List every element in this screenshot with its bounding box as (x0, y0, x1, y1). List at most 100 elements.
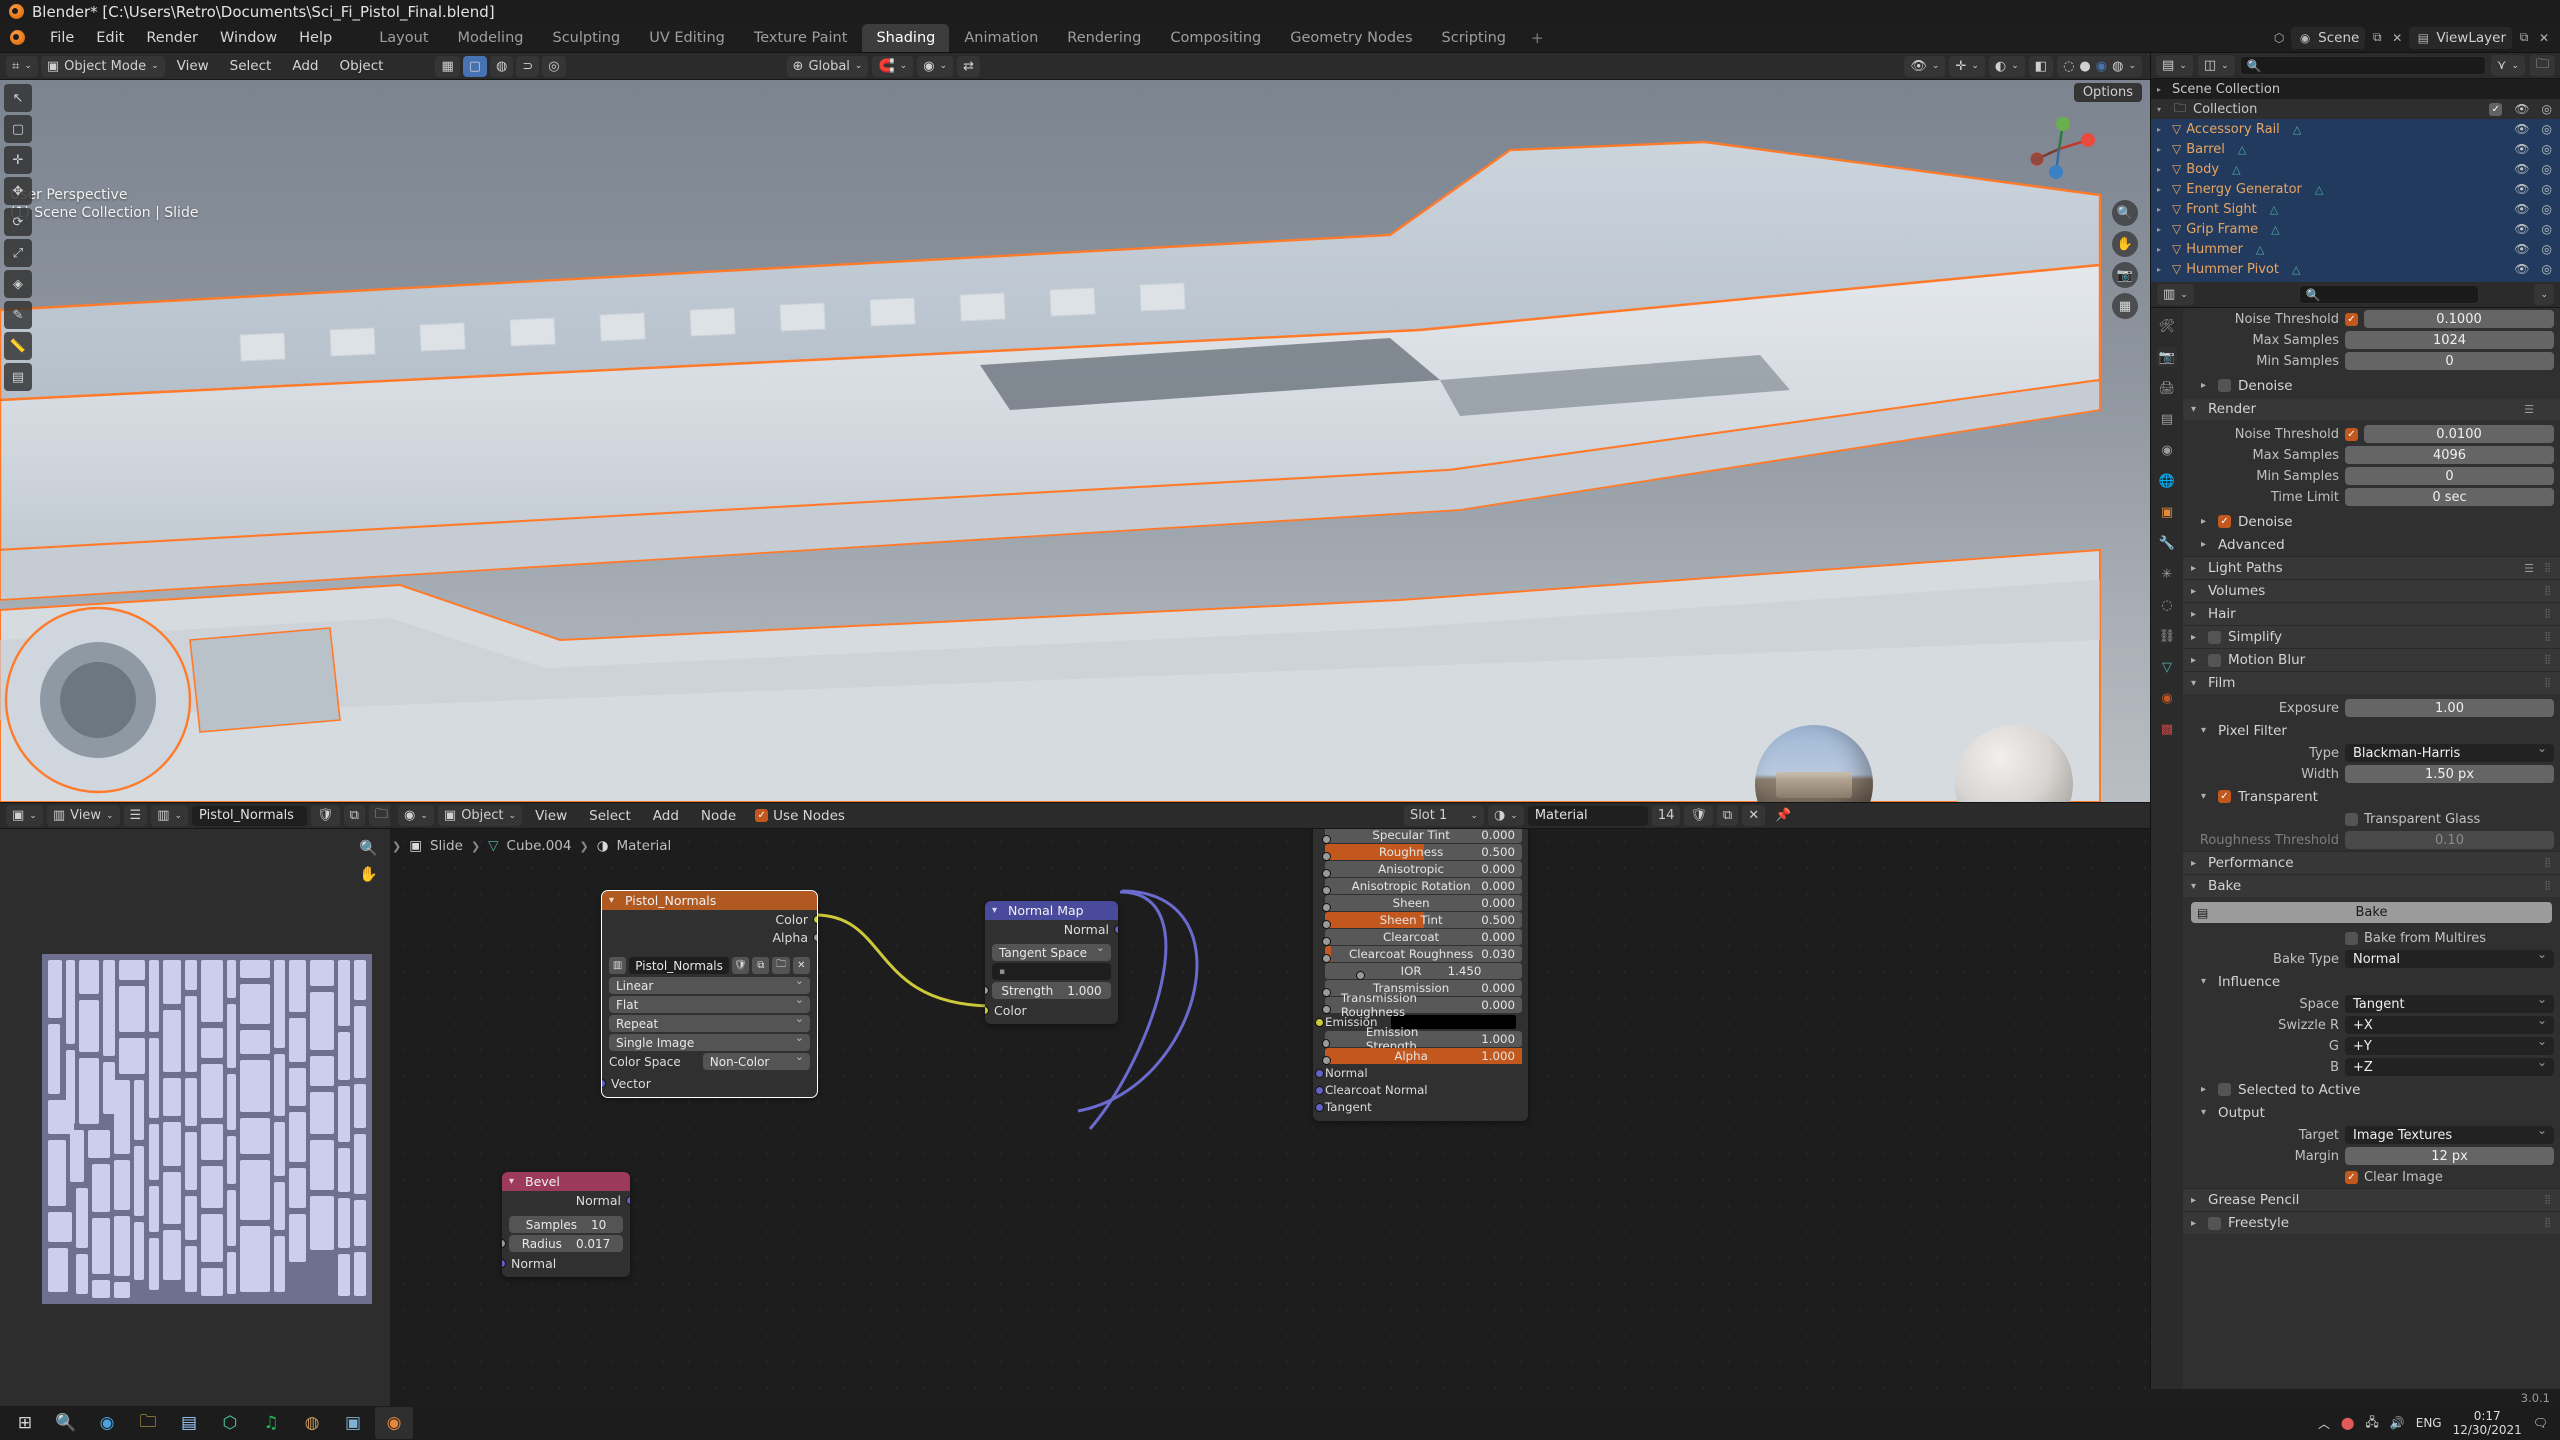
bake-margin-row[interactable]: Margin 12 px (2189, 1146, 2554, 1166)
socket-transmission[interactable] (1322, 987, 1331, 997)
blender-menu-icon[interactable] (10, 30, 25, 45)
notifications-icon[interactable]: 🗨 (2533, 1416, 2548, 1430)
outliner-item-body[interactable]: ▸ ▽ Body △ 👁 ◎ (2151, 159, 2560, 179)
menu-help[interactable]: Help (288, 28, 343, 48)
properties-options-button[interactable]: ⌄ (2534, 284, 2554, 305)
start-button[interactable]: ⊞ (6, 1407, 44, 1439)
camera-icon[interactable]: ◎ (2542, 242, 2552, 256)
socket-clearcoat[interactable] (1322, 936, 1331, 946)
color-space-dropdown[interactable]: Non-Color (702, 1050, 810, 1070)
preset-list-icon[interactable]: ☰ (2524, 562, 2534, 575)
bake-from-multires-checkbox[interactable] (2345, 931, 2358, 945)
socket-vector-input[interactable] (602, 1079, 606, 1088)
tool-annotate[interactable]: ✎ (4, 301, 32, 329)
render-advanced-panel[interactable]: ▸ Advanced (2183, 533, 2560, 556)
tab-modifiers[interactable]: 🔧 (2157, 533, 2177, 553)
tool-cursor[interactable]: ✛ (4, 146, 32, 174)
output-panel[interactable]: ▾ Output (2183, 1101, 2560, 1124)
eye-icon[interactable]: 👁 (2514, 142, 2529, 156)
tab-material[interactable]: ◉ (2157, 688, 2177, 708)
tab-constraints[interactable]: ⛓ (2157, 626, 2177, 646)
outliner-collection-row[interactable]: ▾ 🗀 Collection ✓ 👁 ◎ (2151, 99, 2560, 119)
clock[interactable]: 0:17 12/30/2021 (2453, 1409, 2522, 1437)
pixel-filter-type-row[interactable]: Type Blackman-Harris (2189, 741, 2554, 763)
node-principled-bsdf[interactable]: Specular Tint 0.000 Roughness 0.500 Anis… (1313, 829, 1528, 1121)
viewport-menu-add[interactable]: Add (283, 58, 327, 74)
proportional-tool[interactable]: ◎ (542, 55, 566, 77)
tab-physics[interactable]: ◌ (2157, 595, 2177, 615)
outliner-filter-button[interactable]: ⋎ ⌄ (2490, 55, 2525, 76)
image-datablock-name[interactable]: Pistol_Normals (629, 957, 729, 974)
tool-tweak[interactable]: ↖ (4, 84, 32, 112)
code-editor-icon[interactable]: ⬡ (211, 1407, 249, 1439)
viewport-max-samples-row[interactable]: Max Samples 1024 (2189, 330, 2554, 350)
socket-transmission-roughness[interactable] (1322, 1004, 1331, 1014)
eye-icon[interactable]: 👁 (2514, 122, 2529, 136)
menu-render[interactable]: Render (135, 28, 209, 48)
eye-icon[interactable]: 👁 (2514, 162, 2529, 176)
transparent-glass-row[interactable]: Transparent Glass (2189, 809, 2554, 829)
camera-icon[interactable]: ◎ (2542, 262, 2552, 276)
bake-space-value[interactable]: Tangent (2345, 992, 2554, 1013)
eye-icon[interactable]: 👁 (2514, 102, 2529, 116)
influence-panel[interactable]: ▾ Influence (2183, 970, 2560, 993)
viewport-denoise-checkbox[interactable] (2218, 379, 2231, 392)
breadcrumb-object[interactable]: Slide (430, 838, 463, 854)
blender-taskbar-icon[interactable]: ◉ (375, 1407, 413, 1439)
expand-arrow-icon[interactable]: ▸ (2157, 85, 2167, 94)
node-bevel[interactable]: ▾ Bevel Normal Samples 10 Radius 0.017 N… (502, 1172, 630, 1277)
render-max-samples-row[interactable]: Max Samples 4096 (2189, 445, 2554, 465)
camera-icon[interactable]: ◎ (2542, 182, 2552, 196)
bsdf-row-clearcoat-normal[interactable]: Clearcoat Normal (1315, 1082, 1522, 1098)
shading-mode-group[interactable]: ◌ ● ◉ ◍ ⌄ (2057, 55, 2142, 77)
render-denoise-checkbox[interactable]: ✓ (2218, 515, 2231, 528)
bsdf-row-sheen[interactable]: Sheen 0.000 (1322, 895, 1522, 912)
tab-compositing[interactable]: Compositing (1156, 24, 1275, 52)
ortho-toggle-button[interactable]: ▦ (2112, 293, 2138, 319)
preset-list-icon[interactable]: ☰ (2524, 403, 2534, 416)
image-duplicate-button[interactable]: ⧉ (343, 805, 365, 826)
tab-object-data[interactable]: ▽ (2157, 657, 2177, 677)
bake-from-multires-row[interactable]: Bake from Multires (2189, 928, 2554, 948)
volume-icon[interactable]: 🔊 (2390, 1416, 2405, 1430)
image-name-field[interactable]: Pistol_Normals (192, 805, 308, 826)
viewport-max-samples-value[interactable]: 1024 (2345, 331, 2554, 349)
viewport-denoise-panel[interactable]: ▸ Denoise (2183, 374, 2560, 397)
pixel-filter-type-value[interactable]: Blackman-Harris (2345, 741, 2554, 762)
bake-margin-value[interactable]: 12 px (2345, 1147, 2554, 1165)
socket-bevel-normal-output[interactable] (626, 1196, 630, 1205)
pixel-filter-panel[interactable]: ▾ Pixel Filter (2183, 719, 2560, 742)
expand-arrow-icon[interactable]: ▸ (2157, 205, 2167, 214)
material-browse-button[interactable]: ◑ ⌄ (1487, 805, 1524, 826)
use-nodes-checkbox[interactable]: ✓ (755, 809, 769, 822)
viewlayer-selector[interactable]: ▤ ViewLayer (2409, 26, 2512, 49)
outliner-item-hummer-pivot[interactable]: ▸ ▽ Hummer Pivot △ 👁 ◎ (2151, 259, 2560, 279)
camera-icon[interactable]: ◎ (2542, 202, 2552, 216)
collection-checkbox[interactable]: ✓ (2489, 102, 2503, 116)
film-exposure-value[interactable]: 1.00 (2345, 699, 2554, 717)
viewport-options-button[interactable]: Options (2073, 83, 2142, 102)
render-panel-header[interactable]: ▾ Render ☰ (2183, 397, 2560, 420)
chevron-down-icon[interactable]: ▾ (992, 905, 1002, 916)
bake-button[interactable]: ▤ Bake (2191, 902, 2552, 923)
expand-arrow-icon[interactable]: ▸ (2157, 145, 2167, 154)
node-menu-select[interactable]: Select (580, 808, 640, 824)
viewport-noise-threshold-row[interactable]: Noise Threshold ✓ 0.1000 (2189, 309, 2554, 329)
menu-file[interactable]: File (39, 28, 85, 48)
material-users-count[interactable]: 14 (1651, 805, 1681, 826)
camera-view-button[interactable]: 📷 (2112, 262, 2138, 288)
collection-expand-icon[interactable]: ▾ (2157, 105, 2167, 114)
visibility-selector[interactable]: 👁 ⌄ (1904, 55, 1946, 77)
outliner-item-grip-frame[interactable]: ▸ ▽ Grip Frame △ 👁 ◎ (2151, 219, 2560, 239)
simplify-panel[interactable]: ▸ Simplify ⣿ (2183, 625, 2560, 648)
image-editor[interactable]: 🔍 ✋ (0, 829, 390, 1406)
tab-animation[interactable]: Animation (950, 24, 1052, 52)
node-menu-node[interactable]: Node (692, 808, 745, 824)
outliner-scene-collection-row[interactable]: ▸ Scene Collection (2151, 79, 2560, 99)
tab-view-layer[interactable]: ▤ (2157, 409, 2177, 429)
socket-alpha-output[interactable] (813, 933, 817, 942)
socket-emission[interactable] (1315, 1018, 1324, 1027)
eye-icon[interactable]: 👁 (2514, 202, 2529, 216)
chrome-icon[interactable]: ◉ (88, 1407, 126, 1439)
node-image-texture[interactable]: ▾ Pistol_Normals Color Alpha ▥ Pistol_No… (601, 890, 818, 1098)
